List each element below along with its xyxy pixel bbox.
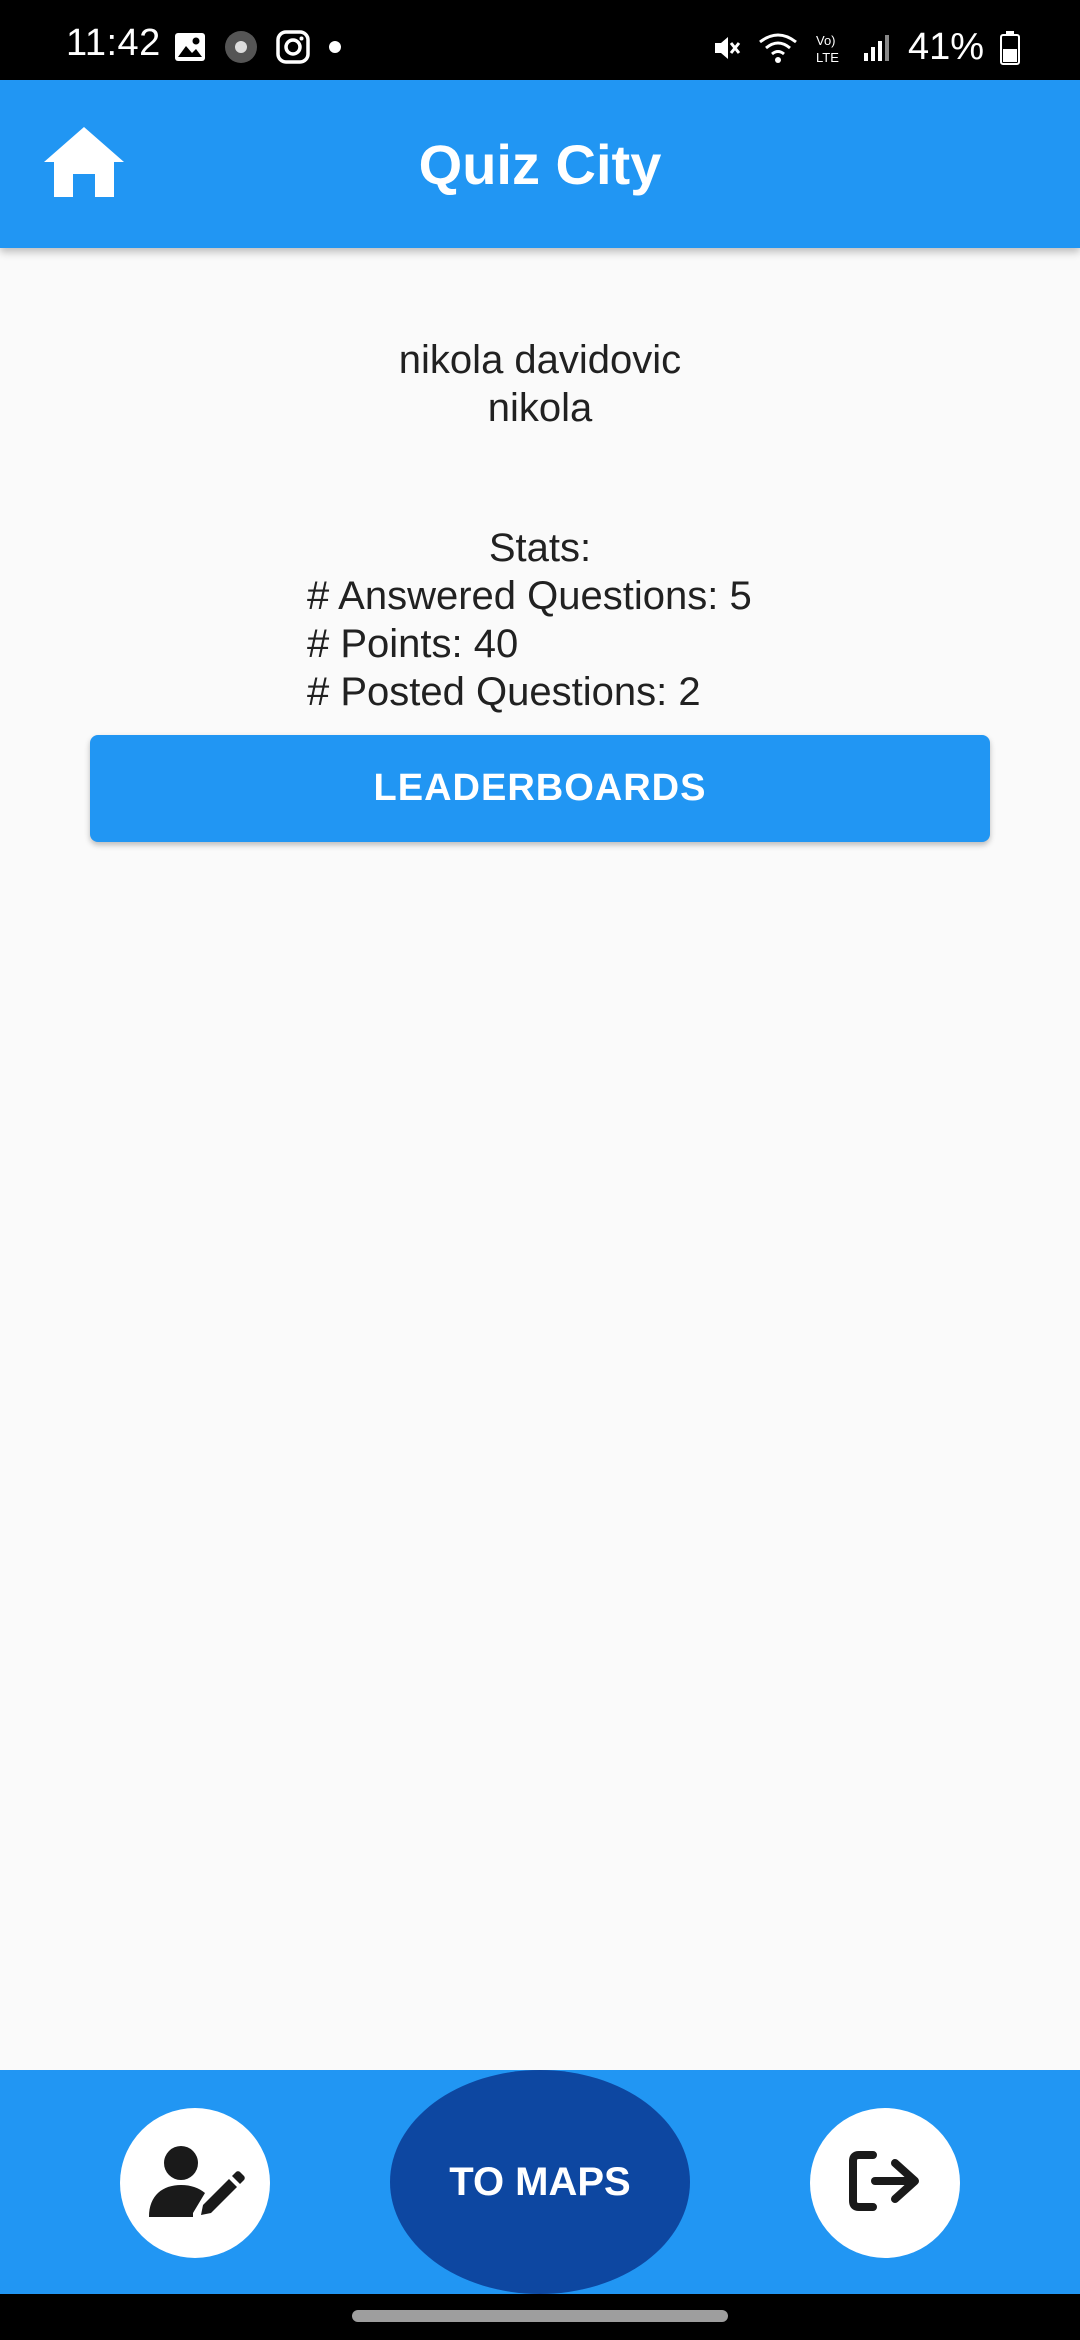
- leaderboards-button[interactable]: LEADERBOARDS: [90, 735, 990, 842]
- profile-info: nikola davidovic nikola: [0, 336, 1080, 432]
- instagram-icon: [276, 30, 310, 64]
- battery-percent: 41%: [907, 26, 984, 68]
- record-icon: [224, 30, 258, 64]
- nav-handle[interactable]: [352, 2310, 728, 2322]
- volte-icon: Vo) LTE: [814, 31, 846, 65]
- to-maps-button[interactable]: TO MAPS: [390, 2070, 690, 2294]
- app-title: Quiz City: [418, 133, 662, 196]
- edit-profile-button[interactable]: [120, 2108, 270, 2258]
- svg-text:LTE: LTE: [816, 50, 839, 65]
- wifi-icon: [758, 32, 798, 64]
- gesture-nav-area: [0, 2294, 1080, 2340]
- mute-icon: [712, 33, 742, 63]
- stats-section: Stats: # Answered Questions: 5 # Points:…: [0, 524, 1080, 714]
- dot-icon: [328, 40, 342, 54]
- edit-profile-icon: [145, 2141, 245, 2226]
- stat-answered-questions: # Answered Questions: 5: [307, 574, 752, 618]
- stats-list: # Answered Questions: 5 # Points: 40 # P…: [307, 572, 907, 716]
- logout-icon: [847, 2149, 923, 2218]
- profile-full-name: nikola davidovic: [398, 338, 682, 382]
- notification-icons: [174, 30, 360, 64]
- stat-posted-questions: # Posted Questions: 2: [307, 670, 701, 714]
- stats-title: Stats:: [488, 526, 592, 570]
- system-icons: Vo) LTE 41%: [696, 26, 1020, 69]
- svg-text:Vo): Vo): [816, 33, 836, 48]
- signal-icon: [862, 33, 892, 63]
- app-bar: Quiz City: [0, 80, 1080, 248]
- image-icon: [174, 32, 206, 62]
- logout-button[interactable]: [810, 2108, 960, 2258]
- status-time: 11:42: [66, 22, 161, 64]
- profile-username: nikola: [487, 386, 593, 430]
- status-bar: 11:42 Vo) LTE 41%: [0, 0, 1080, 80]
- bottom-bar: TO MAPS: [0, 2070, 1080, 2294]
- battery-icon: [1000, 30, 1020, 65]
- stat-points: # Points: 40: [307, 622, 519, 666]
